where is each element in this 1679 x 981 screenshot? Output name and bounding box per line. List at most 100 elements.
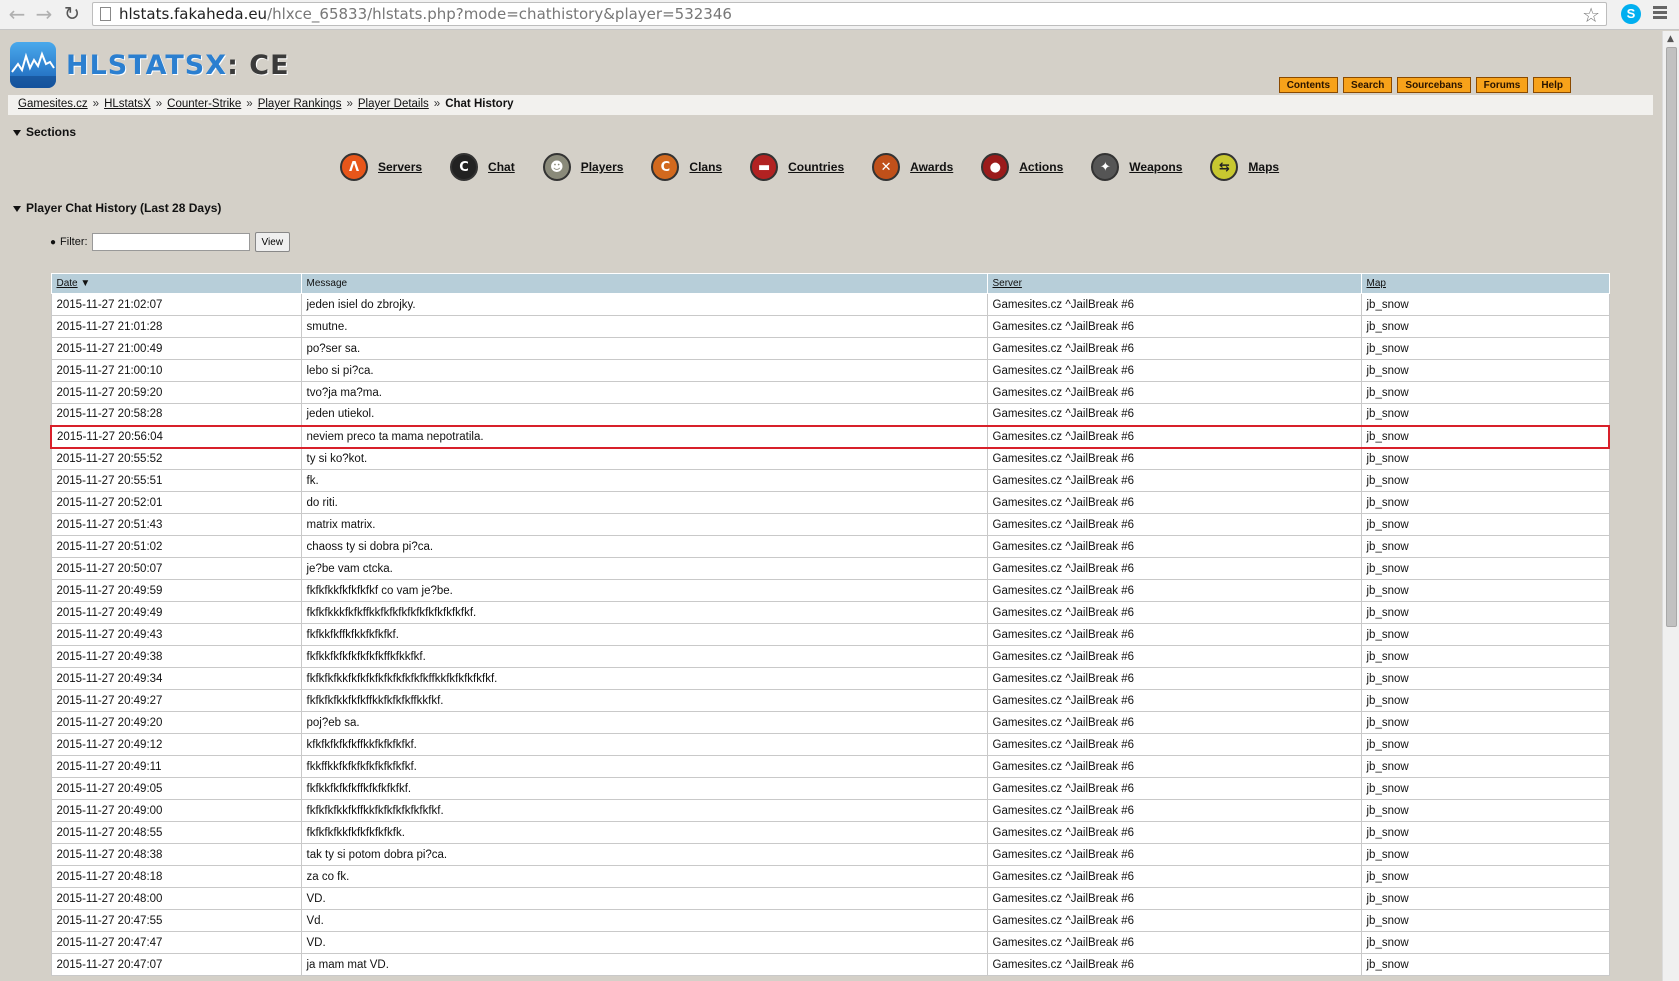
scroll-thumb[interactable]: [1666, 47, 1677, 627]
view-button[interactable]: View: [254, 232, 291, 252]
cell-date: 2015-11-27 20:47:07: [50, 953, 302, 976]
section-awards-link[interactable]: Awards: [910, 160, 953, 174]
nav-forums[interactable]: Forums: [1475, 77, 1529, 93]
back-arrow-icon[interactable]: ←: [7, 4, 27, 24]
cell-server: Gamesites.cz ^JailBreak #6: [986, 557, 1362, 580]
section-maps-link[interactable]: Maps: [1248, 160, 1279, 174]
nav-contents[interactable]: Contents: [1278, 77, 1339, 93]
cell-server: Gamesites.cz ^JailBreak #6: [986, 337, 1362, 360]
column-header-server[interactable]: Server: [986, 273, 1362, 294]
section-actions[interactable]: ● Actions: [981, 153, 1063, 181]
section-clans[interactable]: C Clans: [651, 153, 722, 181]
table-row: 2015-11-27 21:01:28 smutne. Gamesites.cz ^…: [50, 315, 1610, 338]
cell-server: Gamesites.cz ^JailBreak #6: [986, 667, 1362, 690]
breadcrumb-separator: »: [92, 98, 100, 110]
cell-server: Gamesites.cz ^JailBreak #6: [986, 711, 1362, 734]
breadcrumb-player-rankings[interactable]: Player Rankings: [258, 98, 342, 110]
browser-menu-icon[interactable]: [1653, 6, 1667, 21]
forward-arrow-icon[interactable]: →: [34, 4, 54, 24]
cell-map: jb_snow: [1360, 447, 1610, 470]
section-clans-link[interactable]: Clans: [689, 160, 722, 174]
cell-message: fkfkfkfkkfkfkffkkfkfkfkffkkfkf.: [300, 689, 988, 712]
sort-date-link[interactable]: Date: [57, 278, 78, 289]
cell-message: fkkffkkfkfkfkfkfkfkfkfkf.: [300, 755, 988, 778]
cell-server: Gamesites.cz ^JailBreak #6: [986, 953, 1362, 976]
cell-server: Gamesites.cz ^JailBreak #6: [986, 535, 1362, 558]
address-bar[interactable]: hlstats.fakaheda.eu/hlxce_65833/hlstats.…: [92, 2, 1607, 27]
page-scrollbar[interactable]: ▲: [1662, 31, 1679, 981]
sections-toggle[interactable]: Sections: [13, 125, 76, 139]
column-header-date[interactable]: Date ▼: [50, 273, 302, 294]
column-header-map[interactable]: Map: [1360, 273, 1610, 294]
cell-map: jb_snow: [1360, 359, 1610, 382]
section-servers-link[interactable]: Servers: [378, 160, 422, 174]
cell-message: za co fk.: [300, 865, 988, 888]
reload-icon[interactable]: ↻: [62, 4, 82, 24]
table-row: 2015-11-27 20:56:04 neviem preco ta mama …: [50, 424, 1610, 449]
section-maps[interactable]: ⇆ Maps: [1210, 153, 1279, 181]
section-awards[interactable]: ✕ Awards: [872, 153, 953, 181]
table-row: 2015-11-27 20:49:00 fkfkfkfkkfkffkkfkfkfk…: [50, 799, 1610, 822]
cell-date: 2015-11-27 21:00:49: [50, 337, 302, 360]
bookmark-star-icon[interactable]: ☆: [1582, 3, 1600, 27]
chat-history-title: Player Chat History (Last 28 Days): [26, 201, 222, 215]
chat-history-toggle[interactable]: Player Chat History (Last 28 Days): [13, 201, 221, 215]
section-countries-link[interactable]: Countries: [788, 160, 844, 174]
cell-map: jb_snow: [1360, 293, 1610, 316]
sections-title: Sections: [26, 125, 77, 139]
cell-map: jb_snow: [1360, 667, 1610, 690]
breadcrumb: Gamesites.cz » HLstatsX » Counter-Strike » Pla…: [8, 95, 1653, 115]
nav-sourcebans[interactable]: Sourcebans: [1397, 77, 1471, 93]
skype-extension-icon[interactable]: S: [1621, 4, 1641, 24]
section-weapons[interactable]: ✦ Weapons: [1091, 153, 1182, 181]
section-servers[interactable]: Λ Servers: [340, 153, 422, 181]
section-players[interactable]: ☻ Players: [542, 153, 624, 181]
cell-date: 2015-11-27 20:49:12: [50, 733, 302, 756]
breadcrumb-player-details[interactable]: Player Details: [358, 98, 429, 110]
section-countries[interactable]: ▬ Countries: [750, 153, 844, 181]
cell-map: jb_snow: [1360, 711, 1610, 734]
breadcrumb-gamesites[interactable]: Gamesites.cz: [18, 98, 88, 110]
weapons-icon: ✦: [1091, 153, 1120, 181]
table-row: 2015-11-27 20:49:11 fkkffkkfkfkfkfkfkfkfk…: [50, 755, 1610, 778]
collapse-triangle-icon: [13, 129, 21, 136]
cell-map: jb_snow: [1360, 381, 1610, 404]
section-chat[interactable]: C Chat: [450, 153, 515, 181]
cell-date: 2015-11-27 20:49:38: [50, 645, 302, 668]
filter-input[interactable]: [91, 233, 250, 251]
url-text[interactable]: hlstats.fakaheda.eu/hlxce_65833/hlstats.…: [119, 5, 732, 23]
cell-map: jb_snow: [1360, 645, 1610, 668]
cell-message: jeden utiekol.: [300, 403, 988, 426]
cell-message: tak ty si potom dobra pi?ca.: [300, 843, 988, 866]
table-row: 2015-11-27 20:59:20 tvo?ja ma?ma. Gamesite…: [50, 381, 1610, 404]
cell-map: jb_snow: [1360, 623, 1610, 646]
cell-date: 2015-11-27 20:56:04: [50, 424, 302, 449]
cell-message: VD.: [300, 931, 988, 954]
cell-date: 2015-11-27 20:48:55: [50, 821, 302, 844]
scroll-up-arrow-icon[interactable]: ▲: [1667, 34, 1674, 44]
nav-search[interactable]: Search: [1343, 77, 1393, 93]
sort-server-link[interactable]: Server: [993, 278, 1022, 289]
breadcrumb-counter-strike[interactable]: Counter-Strike: [167, 98, 241, 110]
breadcrumb-separator: »: [155, 98, 163, 110]
sort-map-link[interactable]: Map: [1367, 278, 1386, 289]
cell-server: Gamesites.cz ^JailBreak #6: [986, 315, 1362, 338]
cell-server: Gamesites.cz ^JailBreak #6: [986, 777, 1362, 800]
section-actions-link[interactable]: Actions: [1019, 160, 1063, 174]
table-row: 2015-11-27 20:49:05 fkfkkfkfkfkffkfkfkfkf…: [50, 777, 1610, 800]
cell-message: Vd.: [300, 909, 988, 932]
url-host: hlstats.fakaheda.eu: [119, 5, 268, 23]
section-chat-link[interactable]: Chat: [488, 160, 515, 174]
cell-server: Gamesites.cz ^JailBreak #6: [986, 931, 1362, 954]
breadcrumb-hlstatsx[interactable]: HLstatsX: [104, 98, 151, 110]
cell-server: Gamesites.cz ^JailBreak #6: [986, 359, 1362, 382]
section-weapons-link[interactable]: Weapons: [1129, 160, 1182, 174]
cell-map: jb_snow: [1360, 579, 1610, 602]
cell-server: Gamesites.cz ^JailBreak #6: [986, 887, 1362, 910]
cell-server: Gamesites.cz ^JailBreak #6: [986, 469, 1362, 492]
servers-icon: Λ: [340, 153, 368, 181]
section-players-link[interactable]: Players: [581, 160, 624, 174]
hlstatsx-logo[interactable]: HLSTATSX: CE: [10, 42, 290, 88]
table-row: 2015-11-27 20:50:07 je?be vam ctcka. Games…: [50, 557, 1610, 580]
nav-help[interactable]: Help: [1533, 77, 1571, 93]
